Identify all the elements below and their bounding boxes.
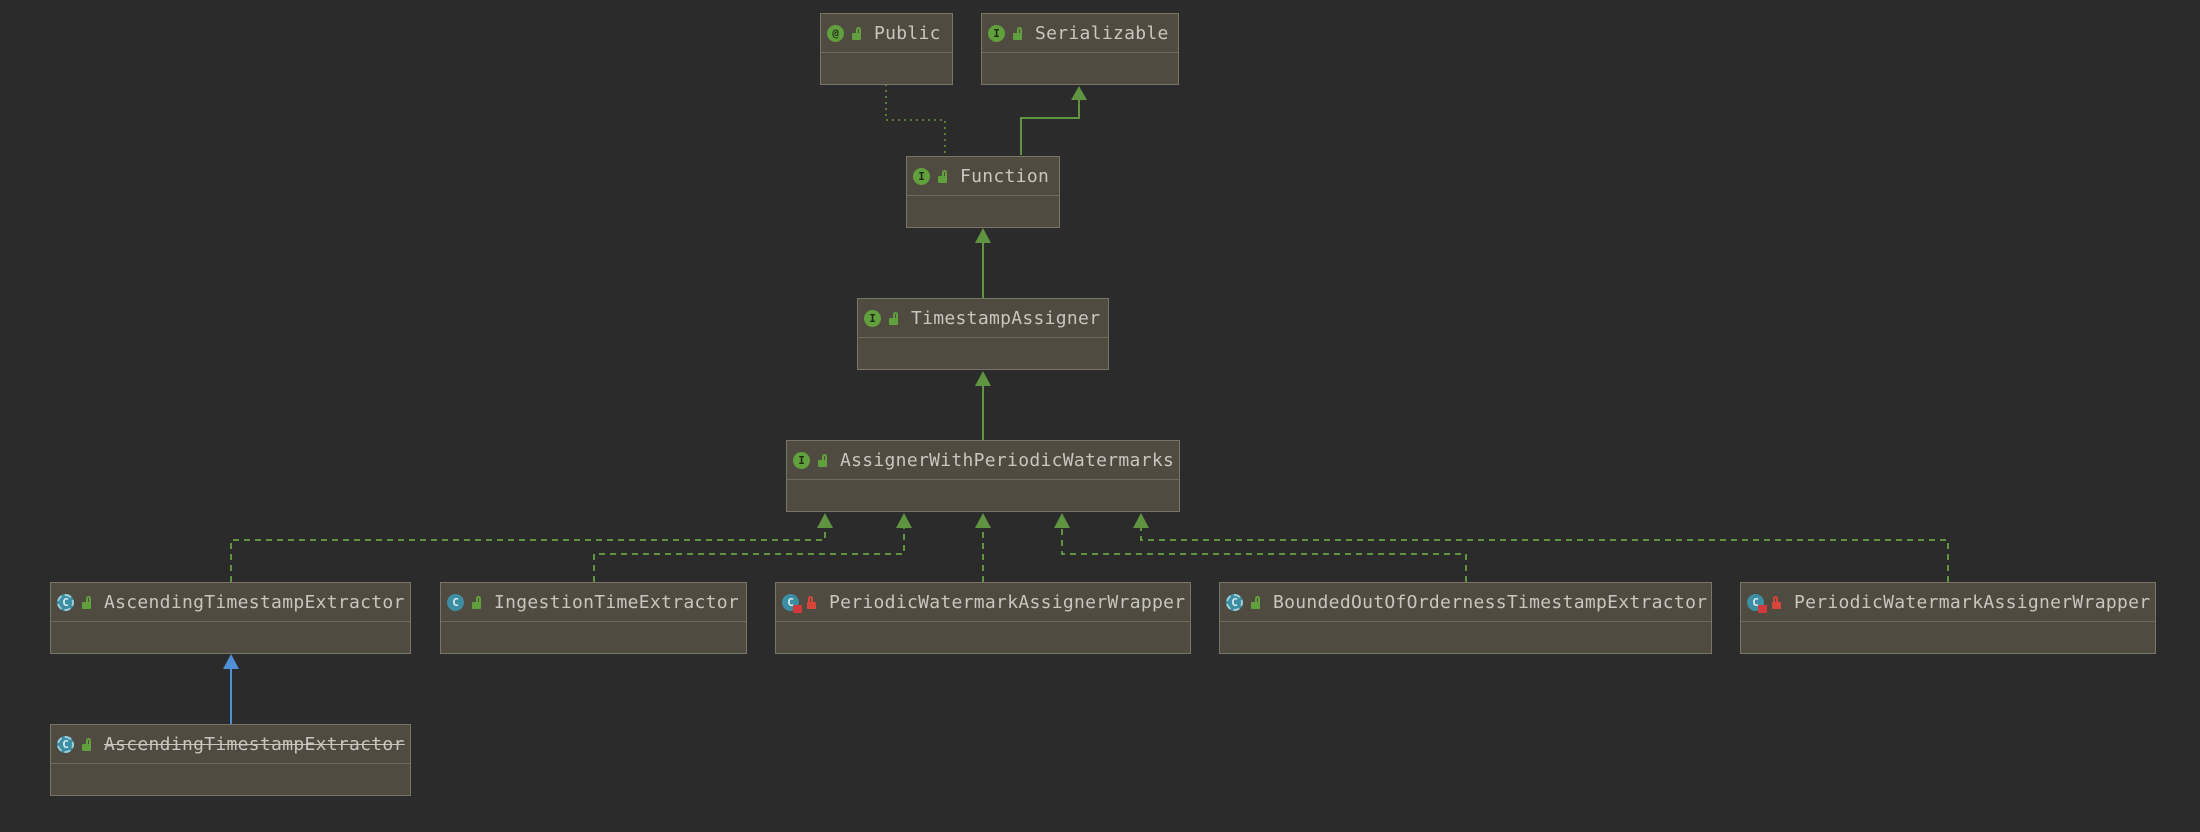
node-function[interactable]: I Function <box>906 156 1060 228</box>
arrowhead-impl-1 <box>817 513 833 528</box>
abstract-class-icon: C <box>1226 593 1243 611</box>
public-lock-icon <box>471 595 482 609</box>
node-timestamp-assigner[interactable]: I TimestampAssigner <box>857 298 1109 370</box>
private-lock-icon <box>806 595 817 609</box>
node-ingestion-extractor[interactable]: C IngestionTimeExtractor <box>440 582 747 654</box>
interface-icon: I <box>793 451 810 469</box>
public-lock-icon <box>888 311 899 325</box>
arrowhead-timestampassigner <box>975 371 991 386</box>
edge-function-public <box>885 84 946 155</box>
public-lock-icon <box>851 26 862 40</box>
node-label: PeriodicWatermarkAssignerWrapper <box>1794 591 2151 613</box>
node-label: BoundedOutOfOrdernessTimestampExtractor <box>1273 591 1708 613</box>
interface-icon: I <box>864 309 881 327</box>
node-label: TimestampAssigner <box>911 307 1101 329</box>
node-label: AssignerWithPeriodicWatermarks <box>840 449 1175 471</box>
node-ascending-extractor-deprecated[interactable]: C AscendingTimestampExtractor <box>50 724 411 796</box>
node-bounded-extractor[interactable]: C BoundedOutOfOrdernessTimestampExtracto… <box>1219 582 1712 654</box>
node-label: Function <box>960 165 1050 187</box>
arrowhead-serializable <box>1071 86 1087 100</box>
uml-diagram-edges <box>223 84 1949 724</box>
public-lock-icon <box>937 169 948 183</box>
edge-bounded-periodic <box>1061 525 1467 582</box>
node-label: AscendingTimestampExtractor <box>104 591 405 613</box>
final-class-icon: C <box>782 593 802 613</box>
public-lock-icon <box>81 595 92 609</box>
node-label: AscendingTimestampExtractor <box>104 733 405 755</box>
node-label: IngestionTimeExtractor <box>494 591 740 613</box>
public-lock-icon <box>1012 26 1023 40</box>
node-ascending-extractor[interactable]: C AscendingTimestampExtractor <box>50 582 411 654</box>
node-public[interactable]: @ Public <box>820 13 953 85</box>
arrowhead-function <box>975 228 991 243</box>
node-serializable[interactable]: I Serializable <box>981 13 1179 85</box>
interface-icon: I <box>988 24 1005 42</box>
interface-icon: I <box>913 167 930 185</box>
arrowhead-impl-4 <box>1054 513 1070 528</box>
edge-function-serializable <box>1020 96 1080 155</box>
edge-ingestion-periodic <box>593 525 905 582</box>
public-lock-icon <box>1250 595 1261 609</box>
arrowhead-blue <box>223 654 239 669</box>
private-lock-icon <box>1771 595 1782 609</box>
node-label: PeriodicWatermarkAssignerWrapper <box>829 591 1186 613</box>
arrowhead-impl-5 <box>1133 513 1149 528</box>
arrowhead-impl-3 <box>975 513 991 528</box>
final-class-icon: C <box>1747 593 1767 613</box>
node-label: Serializable <box>1035 22 1169 44</box>
node-assigner-periodic[interactable]: I AssignerWithPeriodicWatermarks <box>786 440 1180 512</box>
abstract-class-icon: C <box>57 593 74 611</box>
node-label: Public <box>874 22 941 44</box>
public-lock-icon <box>817 453 828 467</box>
node-periodic-wrapper-2[interactable]: C PeriodicWatermarkAssignerWrapper <box>1740 582 2156 654</box>
abstract-class-icon: C <box>57 735 74 753</box>
node-periodic-wrapper-1[interactable]: C PeriodicWatermarkAssignerWrapper <box>775 582 1191 654</box>
annotation-type-icon: @ <box>827 24 844 42</box>
class-icon: C <box>447 593 464 611</box>
arrowhead-impl-2 <box>896 513 912 528</box>
public-lock-icon <box>81 737 92 751</box>
